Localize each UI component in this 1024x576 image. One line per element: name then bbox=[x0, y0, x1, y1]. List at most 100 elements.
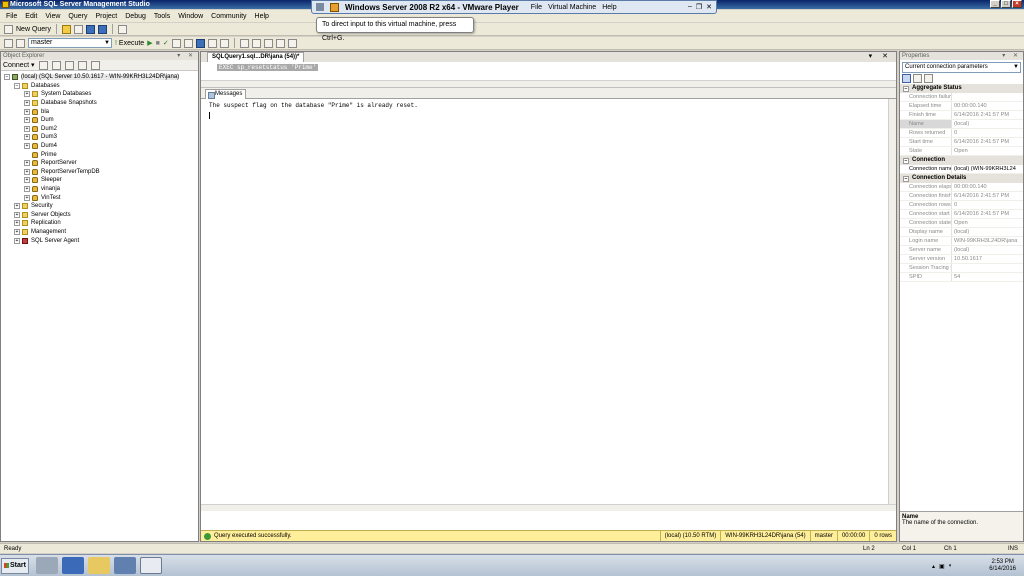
remote-desktop-icon[interactable] bbox=[114, 557, 136, 574]
expand-icon[interactable]: + bbox=[14, 228, 20, 235]
property-row[interactable]: Connection start tir 6/14/2016 2:41:57 PM bbox=[900, 210, 1023, 219]
property-row[interactable]: Login name WIN-99KRH3L24DR\jana bbox=[900, 237, 1023, 246]
messages-horizontal-scrollbar[interactable] bbox=[201, 504, 896, 511]
tree-node-database[interactable]: + Dum2 bbox=[1, 125, 198, 134]
expand-icon[interactable]: + bbox=[14, 211, 20, 218]
vmware-menu-file[interactable]: File bbox=[531, 4, 542, 11]
tree-node-databases[interactable]: − Databases bbox=[1, 82, 198, 91]
tree-node-database[interactable]: + Dum bbox=[1, 116, 198, 125]
save-all-icon[interactable] bbox=[98, 24, 108, 34]
property-row[interactable]: Connection elapsed00:00:00.140 bbox=[900, 183, 1023, 192]
results-to-text-icon[interactable] bbox=[171, 38, 181, 48]
alphabetical-icon[interactable] bbox=[913, 74, 922, 83]
tree-node-database[interactable]: + vinanja bbox=[1, 185, 198, 194]
tree-node-security[interactable]: + Security bbox=[1, 202, 198, 211]
tree-node-management[interactable]: + Management bbox=[1, 228, 198, 237]
property-row[interactable]: Connection finish ti 6/14/2016 2:41:57 PM bbox=[900, 192, 1023, 201]
vmware-minimize-icon[interactable]: – bbox=[688, 3, 692, 11]
stop-icon[interactable]: ■ bbox=[156, 40, 160, 47]
vmware-menu-virtual-machine[interactable]: Virtual Machine bbox=[548, 4, 596, 11]
expand-icon[interactable]: + bbox=[24, 160, 30, 167]
properties-object-select[interactable]: Current connection parameters ▼ bbox=[902, 62, 1021, 73]
estimated-plan-icon[interactable] bbox=[207, 38, 217, 48]
new-query-button[interactable]: New Query bbox=[16, 26, 51, 33]
property-category[interactable]: − Connection Details bbox=[900, 174, 1023, 183]
results-to-grid-icon[interactable] bbox=[183, 38, 193, 48]
indent-icon[interactable] bbox=[263, 38, 273, 48]
property-row[interactable]: Server version 10.50.1617 bbox=[900, 255, 1023, 264]
property-row[interactable]: Connection rows re0 bbox=[900, 201, 1023, 210]
menu-help[interactable]: Help bbox=[255, 13, 269, 20]
property-row[interactable]: State Open bbox=[900, 147, 1023, 156]
property-row[interactable]: Connection name (local) (WIN-99KRH3L24 bbox=[900, 165, 1023, 174]
clock[interactable]: 2:53 PM 6/14/2016 bbox=[989, 559, 1016, 573]
tree-node-database[interactable]: + ReportServerTempDB bbox=[1, 168, 198, 177]
pin-icon[interactable] bbox=[316, 3, 324, 11]
messages-pane[interactable]: The suspect flag on the database "Prime"… bbox=[201, 99, 896, 511]
property-row[interactable]: Session Tracing ID bbox=[900, 264, 1023, 273]
activity-monitor-icon[interactable] bbox=[118, 24, 128, 34]
close-button[interactable]: × bbox=[1012, 0, 1022, 8]
tree-node-database[interactable]: + Dum3 bbox=[1, 133, 198, 142]
property-category[interactable]: − Aggregate Status bbox=[900, 84, 1023, 93]
new-query-icon[interactable] bbox=[4, 24, 13, 34]
property-row[interactable]: Connection state Open bbox=[900, 219, 1023, 228]
menu-project[interactable]: Project bbox=[95, 13, 117, 20]
property-row[interactable]: Connection failures bbox=[900, 93, 1023, 102]
menu-file[interactable]: File bbox=[6, 13, 17, 20]
tree-node-database[interactable]: + Sleeper bbox=[1, 176, 198, 185]
open-file-icon[interactable] bbox=[62, 24, 72, 34]
categorized-icon[interactable] bbox=[902, 74, 911, 83]
tree-node-replication[interactable]: + Replication bbox=[1, 219, 198, 228]
vmware-restore-icon[interactable]: ❐ bbox=[696, 3, 702, 11]
expand-icon[interactable]: + bbox=[24, 91, 30, 98]
query-tab[interactable]: SQLQuery1.sql...DR\jana (54))* bbox=[207, 52, 305, 62]
tree-node-database[interactable]: + Dum4 bbox=[1, 142, 198, 151]
expand-icon[interactable]: + bbox=[24, 117, 30, 124]
expand-icon[interactable]: + bbox=[14, 203, 20, 210]
expand-icon[interactable]: + bbox=[24, 134, 30, 141]
property-row[interactable]: Rows returned 0 bbox=[900, 129, 1023, 138]
property-row[interactable]: SPID 54 bbox=[900, 273, 1023, 282]
start-button[interactable]: Start bbox=[1, 558, 29, 574]
expand-icon[interactable]: + bbox=[24, 100, 30, 107]
property-row[interactable]: Start time 6/14/2016 2:41:57 PM bbox=[900, 138, 1023, 147]
tray-arrow-icon[interactable]: ▴ bbox=[932, 563, 935, 570]
expand-icon[interactable]: + bbox=[24, 168, 30, 175]
save-icon[interactable] bbox=[86, 24, 96, 34]
expand-icon[interactable]: + bbox=[24, 194, 30, 201]
document-tab-controls[interactable]: ▾ ✕ bbox=[869, 52, 892, 60]
pane-controls[interactable]: ▾ ✕ bbox=[1002, 52, 1021, 60]
volume-icon[interactable]: ◐ bbox=[949, 563, 953, 569]
refresh-icon[interactable] bbox=[90, 60, 100, 70]
outdent-icon[interactable] bbox=[275, 38, 285, 48]
collapse-icon[interactable]: − bbox=[903, 175, 909, 182]
specify-values-icon[interactable] bbox=[287, 38, 297, 48]
results-to-file-icon[interactable] bbox=[195, 38, 205, 48]
vmware-menu-help[interactable]: Help bbox=[602, 4, 616, 11]
vmware-close-icon[interactable]: ✕ bbox=[706, 3, 712, 11]
menu-tools[interactable]: Tools bbox=[154, 13, 170, 20]
messages-vertical-scrollbar[interactable] bbox=[888, 99, 896, 511]
menu-view[interactable]: View bbox=[45, 13, 60, 20]
collapse-icon[interactable]: − bbox=[903, 85, 909, 92]
filter-icon[interactable] bbox=[77, 60, 87, 70]
tree-node-database[interactable]: + bla bbox=[1, 107, 198, 116]
expand-icon[interactable]: + bbox=[24, 108, 30, 115]
tree-node-database[interactable]: Prime bbox=[1, 150, 198, 159]
expand-icon[interactable]: + bbox=[14, 237, 20, 244]
property-row[interactable]: Display name (local) bbox=[900, 228, 1023, 237]
stop-refresh-icon[interactable] bbox=[64, 60, 74, 70]
execute-button[interactable]: ! Execute bbox=[115, 40, 144, 47]
collapse-icon[interactable]: − bbox=[14, 82, 20, 89]
expand-icon[interactable]: + bbox=[24, 125, 30, 132]
connect-dropdown[interactable]: Connect ▾ bbox=[3, 61, 35, 69]
property-row[interactable]: Server name (local) bbox=[900, 246, 1023, 255]
tree-node-server[interactable]: − (local) (SQL Server 10.50.1617 - WIN-9… bbox=[1, 73, 198, 82]
tree-node-database[interactable]: + Database Snapshots bbox=[1, 99, 198, 108]
query-horizontal-scrollbar[interactable] bbox=[201, 80, 896, 87]
connect-icon[interactable] bbox=[4, 38, 13, 48]
connect-server-icon[interactable] bbox=[38, 60, 48, 70]
expand-icon[interactable]: + bbox=[24, 177, 30, 184]
menu-community[interactable]: Community bbox=[211, 13, 246, 20]
